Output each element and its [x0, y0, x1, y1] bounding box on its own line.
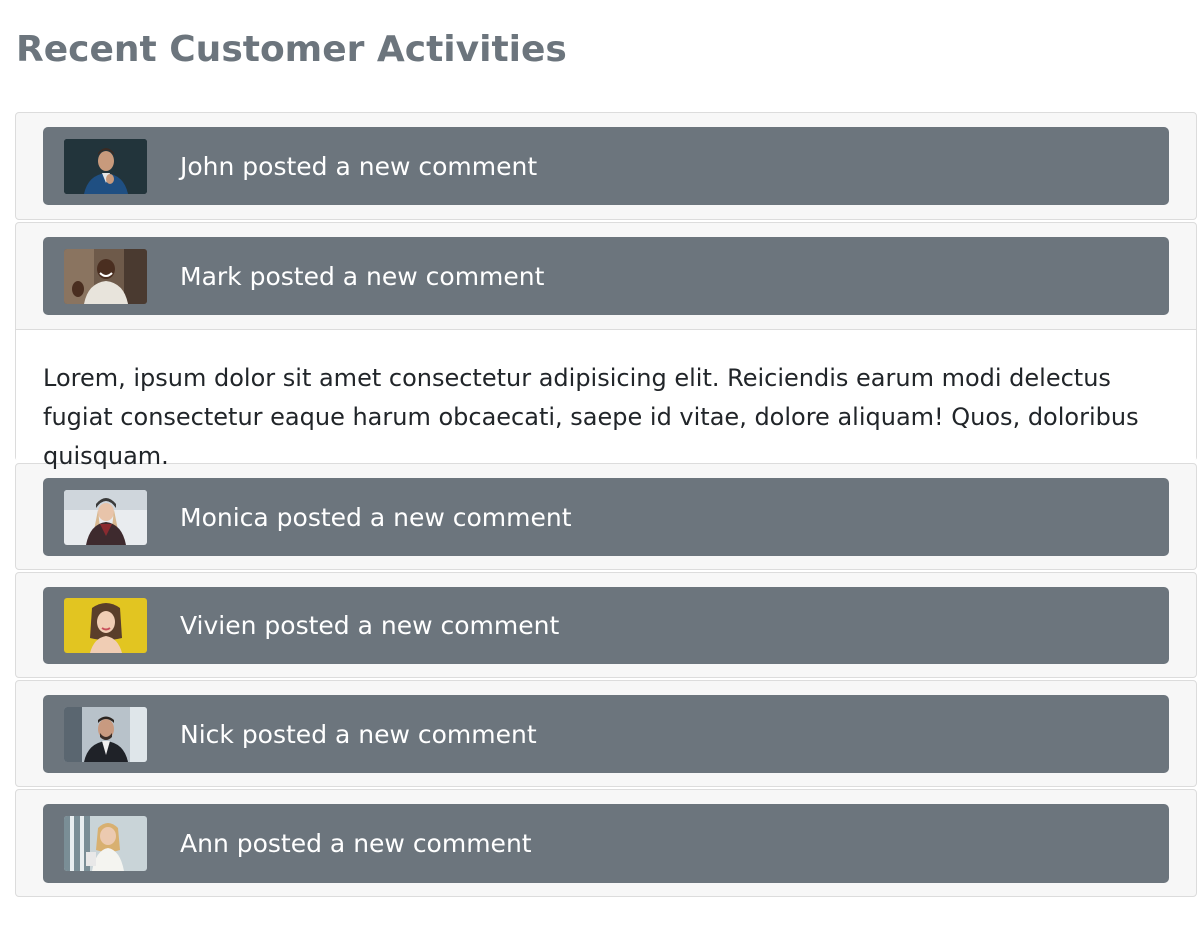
- accordion-header: Nick posted a new comment: [16, 681, 1196, 786]
- accordion-header: Mark posted a new comment: [16, 223, 1196, 329]
- vivien-avatar: [64, 598, 147, 653]
- accordion-label: John posted a new comment: [180, 151, 538, 181]
- accordion-header: Monica posted a new comment: [16, 464, 1196, 569]
- accordion-item-john: John posted a new comment: [15, 112, 1197, 220]
- accordion-header: Ann posted a new comment: [16, 790, 1196, 896]
- accordion-toggle-mark[interactable]: Mark posted a new comment: [43, 237, 1169, 315]
- accordion-item-monica: Monica posted a new comment: [15, 463, 1197, 570]
- accordion-label: Ann posted a new comment: [180, 829, 532, 858]
- accordion-item-mark: Mark posted a new comment Lorem, ipsum d…: [15, 222, 1197, 470]
- accordion-toggle-ann[interactable]: Ann posted a new comment: [43, 804, 1169, 883]
- nick-avatar: [64, 706, 147, 762]
- accordion-header: Vivien posted a new comment: [16, 573, 1196, 677]
- accordion-toggle-john[interactable]: John posted a new comment: [43, 127, 1169, 205]
- accordion-toggle-vivien[interactable]: Vivien posted a new comment: [43, 587, 1169, 664]
- john-avatar: [64, 138, 147, 194]
- accordion-label: Monica posted a new comment: [180, 502, 572, 532]
- activity-accordion: John posted a new comment Mark posted a …: [15, 112, 1197, 899]
- monica-avatar: [64, 489, 147, 545]
- accordion-item-vivien: Vivien posted a new comment: [15, 572, 1197, 678]
- accordion-toggle-monica[interactable]: Monica posted a new comment: [43, 478, 1169, 556]
- accordion-label: Mark posted a new comment: [180, 261, 545, 291]
- accordion-label: Nick posted a new comment: [180, 719, 537, 749]
- ann-avatar: [64, 816, 147, 871]
- accordion-header: John posted a new comment: [16, 113, 1196, 219]
- accordion-body: Lorem, ipsum dolor sit amet consectetur …: [16, 329, 1196, 470]
- accordion-toggle-nick[interactable]: Nick posted a new comment: [43, 695, 1169, 773]
- page-title: Recent Customer Activities: [16, 29, 567, 70]
- mark-avatar: [64, 248, 147, 304]
- accordion-item-ann: Ann posted a new comment: [15, 789, 1197, 897]
- accordion-item-nick: Nick posted a new comment: [15, 680, 1197, 787]
- accordion-label: Vivien posted a new comment: [180, 611, 560, 640]
